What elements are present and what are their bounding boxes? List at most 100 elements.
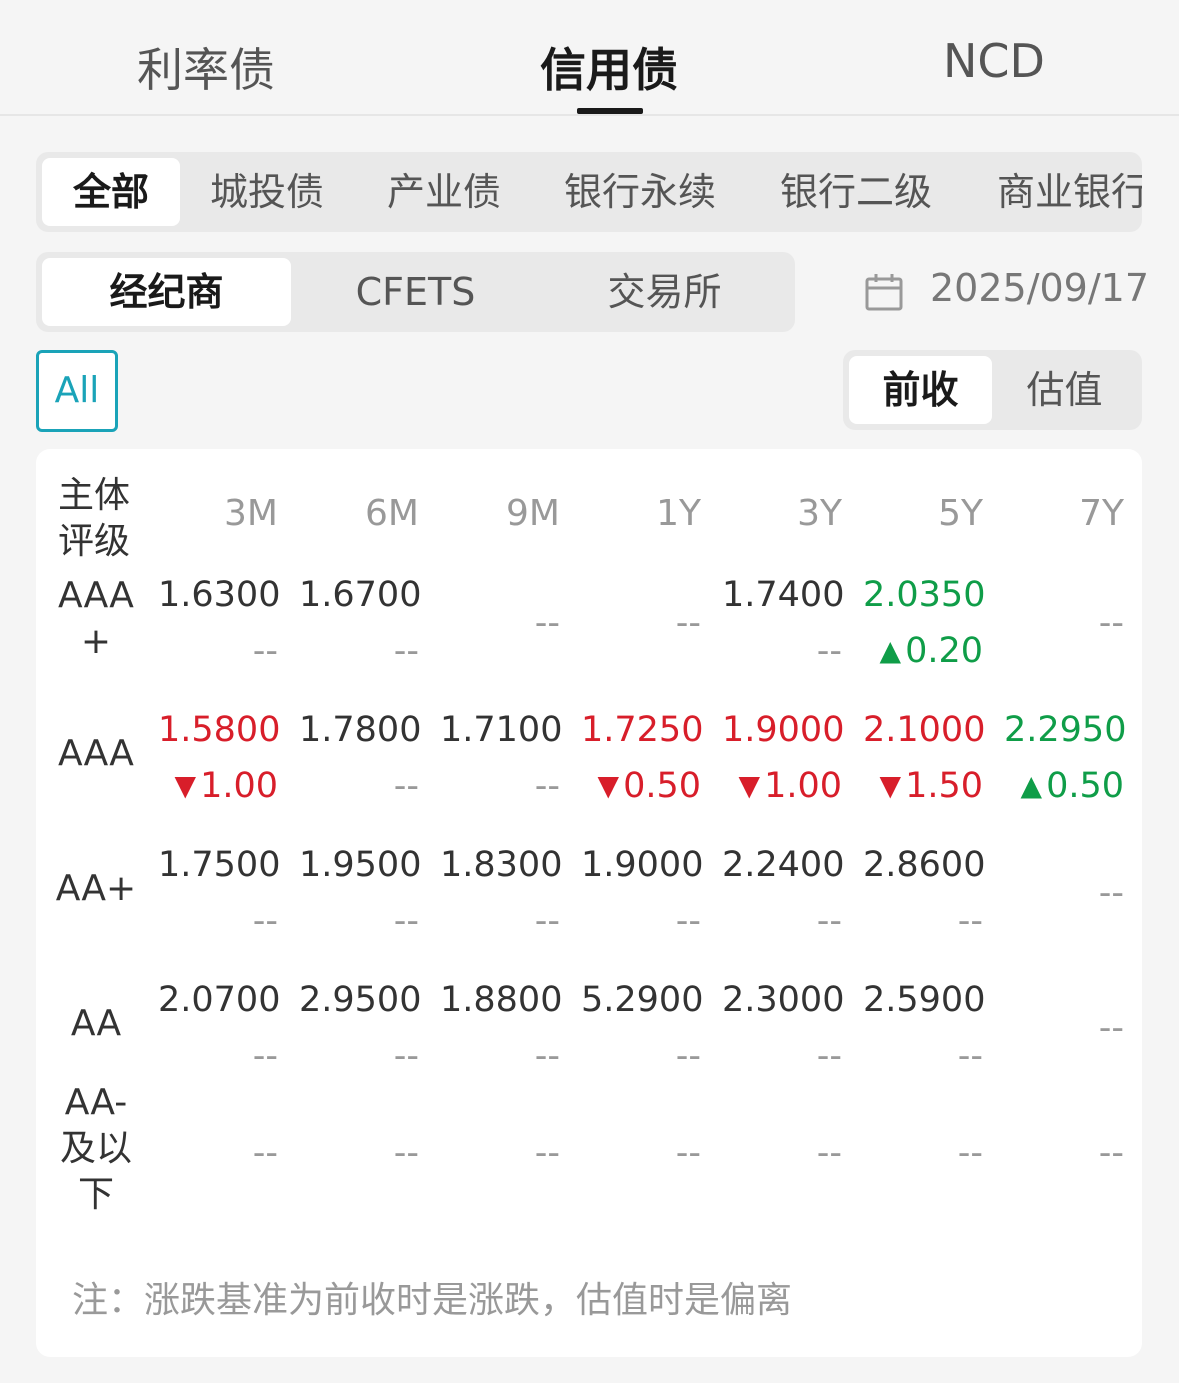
change-value: ▲ 0.50 <box>1004 766 1124 806</box>
empty-value: -- <box>816 1133 842 1173</box>
change-text: -- <box>957 901 983 941</box>
column-header-1y[interactable]: 1Y <box>581 493 701 534</box>
yield-value[interactable]: 2.1000 <box>863 710 985 750</box>
change-value: -- <box>158 901 278 941</box>
mode-toggle: 前收 估值 <box>843 350 1142 430</box>
column-header-6m[interactable]: 6M <box>299 493 419 534</box>
empty-value: -- <box>675 603 701 643</box>
column-header-7y[interactable]: 7Y <box>1004 493 1124 534</box>
change-text: 0.50 <box>1046 766 1124 806</box>
source-cfets[interactable]: CFETS <box>291 258 540 326</box>
yield-value[interactable]: 2.5900 <box>863 980 985 1020</box>
source-exchange[interactable]: 交易所 <box>540 258 789 326</box>
change-value: ▼ 1.00 <box>158 766 278 806</box>
empty-value: -- <box>1098 1133 1124 1173</box>
empty-value: -- <box>393 1133 419 1173</box>
yield-value[interactable]: 1.7250 <box>581 710 703 750</box>
category-bank-tier2[interactable]: 银行二级 <box>780 152 932 232</box>
category-bank-perpetual[interactable]: 银行永续 <box>564 152 716 232</box>
yield-value[interactable]: 1.8800 <box>440 980 562 1020</box>
empty-value: -- <box>534 1133 560 1173</box>
category-urban-investment[interactable]: 城投债 <box>210 152 324 232</box>
change-text: -- <box>816 901 842 941</box>
yield-value[interactable]: 2.8600 <box>863 845 985 885</box>
yield-value[interactable]: 1.9500 <box>299 845 421 885</box>
change-text: -- <box>393 766 419 806</box>
yield-value[interactable]: 1.5800 <box>158 710 280 750</box>
change-value: -- <box>581 901 701 941</box>
empty-value: -- <box>1098 603 1124 643</box>
change-text: -- <box>957 1036 983 1076</box>
category-filter-bar: 全部 城投债 产业债 银行永续 银行二级 商业银行 <box>36 152 1142 232</box>
change-text: -- <box>393 1036 419 1076</box>
rating-label: AAA + <box>58 575 134 662</box>
tab-credit-bonds[interactable]: 信用债 <box>540 34 678 100</box>
change-value: -- <box>722 631 842 671</box>
yield-value[interactable]: 1.9000 <box>581 845 703 885</box>
yield-value[interactable]: 1.7100 <box>440 710 562 750</box>
column-header-9m[interactable]: 9M <box>440 493 560 534</box>
source-filter-bar: 经纪商 CFETS 交易所 <box>36 252 795 332</box>
yield-value[interactable]: 1.6300 <box>158 575 280 615</box>
yield-value[interactable]: 1.9000 <box>722 710 844 750</box>
change-text: -- <box>534 1036 560 1076</box>
yield-table: 主体 评级 3M 6M 9M 1Y 3Y 5Y 7Y AAA + 1.6300 -- 1.6700… <box>36 449 1142 1357</box>
change-text: 0.50 <box>623 766 701 806</box>
empty-value: -- <box>957 1133 983 1173</box>
top-tab-bar: 利率债 信用债 NCD <box>0 0 1179 116</box>
rating-label: AA+ <box>55 868 137 909</box>
change-text: 0.20 <box>905 631 983 671</box>
change-text: 1.00 <box>200 766 278 806</box>
change-value: -- <box>581 1036 701 1076</box>
triangle-down-icon: ▼ <box>738 769 761 802</box>
column-header-5y[interactable]: 5Y <box>863 493 983 534</box>
all-filter-button[interactable]: All <box>36 350 118 432</box>
change-value: -- <box>158 1036 278 1076</box>
yield-value[interactable]: 2.3000 <box>722 980 844 1020</box>
change-value: -- <box>299 766 419 806</box>
change-text: -- <box>675 901 701 941</box>
category-commercial-bank[interactable]: 商业银行 <box>997 152 1142 232</box>
column-header-3y[interactable]: 3Y <box>722 493 842 534</box>
yield-value[interactable]: 2.2950 <box>1004 710 1126 750</box>
category-industrial[interactable]: 产业债 <box>387 152 501 232</box>
change-value: -- <box>158 631 278 671</box>
change-value: -- <box>863 1036 983 1076</box>
yield-value[interactable]: 2.0700 <box>158 980 280 1020</box>
change-value: ▲ 0.20 <box>863 631 983 671</box>
tab-ncd[interactable]: NCD <box>943 34 1045 88</box>
change-value: -- <box>299 901 419 941</box>
yield-value[interactable]: 1.7400 <box>722 575 844 615</box>
empty-value: -- <box>1098 1008 1124 1048</box>
rating-header: 主体 评级 <box>58 475 131 562</box>
yield-value[interactable]: 1.6700 <box>299 575 421 615</box>
yield-value[interactable]: 1.7800 <box>299 710 421 750</box>
empty-value: -- <box>675 1133 701 1173</box>
rating-label: AAA <box>58 733 134 774</box>
mode-previous-close[interactable]: 前收 <box>849 356 992 424</box>
source-broker[interactable]: 经纪商 <box>42 258 291 326</box>
change-text: 1.50 <box>905 766 983 806</box>
yield-value[interactable]: 1.7500 <box>158 845 280 885</box>
change-text: -- <box>534 766 560 806</box>
category-all[interactable]: 全部 <box>42 158 180 226</box>
yield-value[interactable]: 1.8300 <box>440 845 562 885</box>
change-text: -- <box>816 631 842 671</box>
change-value: -- <box>722 901 842 941</box>
change-text: -- <box>393 631 419 671</box>
triangle-down-icon: ▼ <box>597 769 620 802</box>
triangle-up-icon: ▲ <box>1020 769 1043 802</box>
change-value: -- <box>440 901 560 941</box>
yield-value[interactable]: 5.2900 <box>581 980 703 1020</box>
mode-valuation[interactable]: 估值 <box>993 356 1136 424</box>
yield-value[interactable]: 2.9500 <box>299 980 421 1020</box>
empty-value: -- <box>1098 873 1124 913</box>
tab-rate-bonds[interactable]: 利率债 <box>137 34 275 100</box>
yield-value[interactable]: 2.0350 <box>863 575 985 615</box>
rating-label: AA <box>70 1003 122 1044</box>
empty-value: -- <box>252 1133 278 1173</box>
change-text: -- <box>534 901 560 941</box>
yield-value[interactable]: 2.2400 <box>722 845 844 885</box>
triangle-down-icon: ▼ <box>879 769 902 802</box>
column-header-3m[interactable]: 3M <box>158 493 278 534</box>
